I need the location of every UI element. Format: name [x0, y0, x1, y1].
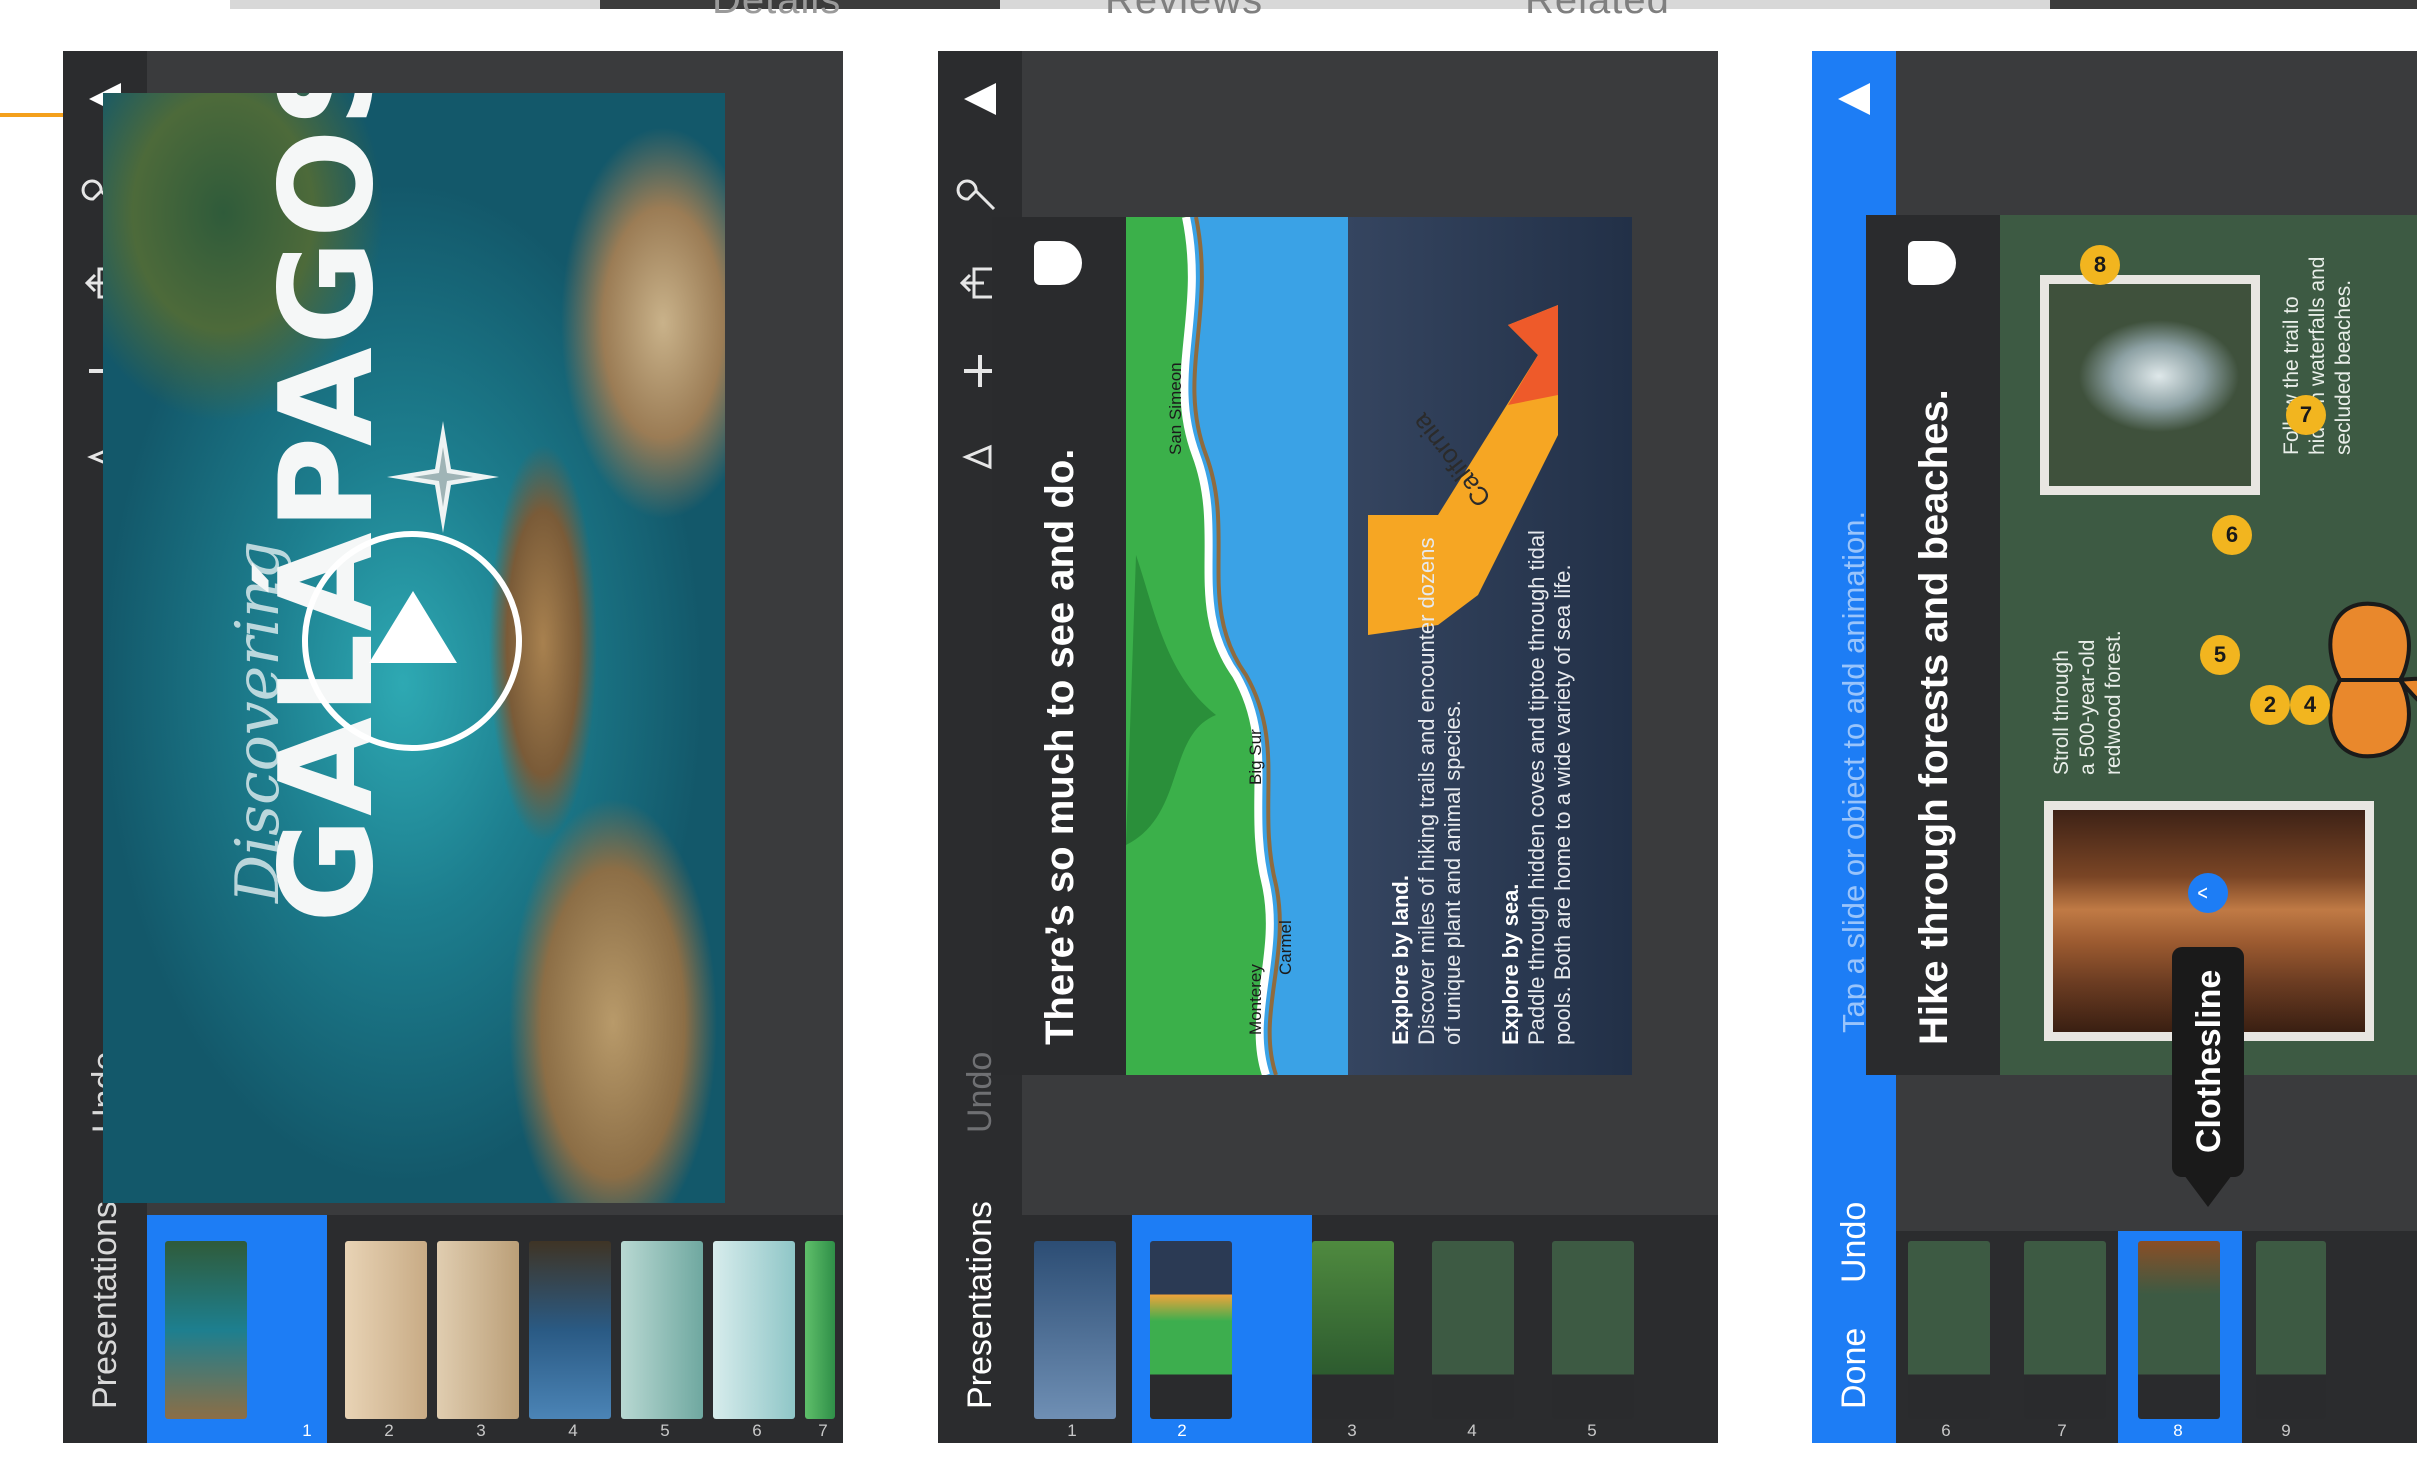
animation-order-pin[interactable]: 6: [2212, 515, 2252, 555]
park-badge-icon: [1908, 241, 1956, 285]
sea-text-line: Paddle through hidden coves and tiptoe t…: [1524, 530, 1549, 1045]
slide-thumbnail[interactable]: [1552, 1241, 1634, 1419]
slide-canvas[interactable]: Hike through forests and beaches. Stroll…: [1866, 215, 2417, 1075]
undo-button[interactable]: Undo: [1834, 1202, 1874, 1283]
land-text-line: Discover miles of hiking trails and enco…: [1414, 537, 1439, 1045]
selected-slide-highlight[interactable]: [2118, 1231, 2242, 1443]
animation-order-pin[interactable]: 4: [2290, 685, 2330, 725]
map-label-san-simeon: San Simeon: [1166, 362, 1185, 455]
land-heading: Explore by land.: [1388, 875, 1413, 1045]
slide-thumbnail[interactable]: [2024, 1241, 2106, 1419]
slide-number: 6: [1941, 1421, 1951, 1440]
slide-thumbnail[interactable]: [437, 1241, 519, 1419]
selected-slide-highlight[interactable]: [1132, 1215, 1312, 1443]
slide-thumbnail[interactable]: [345, 1241, 427, 1419]
waterfall-photo[interactable]: [2040, 275, 2260, 495]
tooltip-arrow: [2184, 1175, 2232, 1207]
sea-text-line: pools. Both are home to a wide variety o…: [1550, 564, 1575, 1045]
tab-related[interactable]: Related: [1525, 0, 1670, 22]
slide-thumbnail[interactable]: [1908, 1241, 1990, 1419]
animation-order-pin[interactable]: 7: [2286, 395, 2326, 435]
selected-slide-highlight[interactable]: [147, 1215, 327, 1443]
coast-map: Monterey Carmel Big Sur San Simeon: [1126, 217, 1348, 1075]
slide-thumbnail[interactable]: [621, 1241, 703, 1419]
redwood-caption-line: Stroll through: [2050, 650, 2073, 775]
slide-number: 3: [1347, 1421, 1357, 1440]
triangle-icon[interactable]: [956, 75, 1004, 123]
slide-number: 2: [384, 1421, 394, 1440]
land-text-line: of unique plant and animal species.: [1440, 700, 1465, 1045]
presentations-button[interactable]: Presentations: [960, 1201, 1000, 1409]
device-panel-2: Presentations Undo 1 2 3 4 5 +: [938, 51, 1718, 1443]
wrench-icon[interactable]: [956, 171, 1004, 219]
slide-thumbnail[interactable]: [1150, 1241, 1232, 1419]
slide-thumbnail[interactable]: [805, 1241, 835, 1419]
slide-title: Hike through forests and beaches.: [1912, 389, 1956, 1045]
header-segment: [2050, 0, 2417, 9]
coast-map-graphic: [1126, 217, 1282, 1075]
device-panel-1: Presentations Undo 1 2 3 4 5 6: [63, 51, 843, 1443]
slide-thumbnail[interactable]: [165, 1241, 247, 1419]
slide-title: There’s so much to see and do.: [1038, 448, 1082, 1045]
header-segment: [230, 0, 600, 9]
slide-thumbnail[interactable]: [2256, 1241, 2326, 1419]
tooltip-label: Clothesline: [2190, 969, 2228, 1153]
slide-number: 7: [2057, 1421, 2067, 1440]
slide-number: 1: [302, 1421, 312, 1440]
slide-number: 2: [1177, 1421, 1187, 1440]
slide-number: 6: [752, 1421, 762, 1440]
animation-order-pin[interactable]: 5: [2200, 635, 2240, 675]
map-label-monterey: Monterey: [1246, 964, 1265, 1035]
map-label-carmel: Carmel: [1276, 920, 1295, 975]
presentations-button[interactable]: Presentations: [85, 1201, 125, 1409]
redwood-caption-line: a 500-year-old: [2076, 639, 2099, 775]
tab-details[interactable]: Details: [712, 0, 841, 22]
triangle-icon[interactable]: [1830, 75, 1878, 123]
animation-order-pin[interactable]: 2: [2250, 685, 2290, 725]
waterfall-caption-line: secluded beaches.: [2332, 279, 2355, 455]
slide-canvas[interactable]: There’s so much to see and do. Monterey …: [992, 217, 1632, 1075]
slide-thumbnail[interactable]: [2138, 1241, 2220, 1419]
slide-thumbnail[interactable]: [529, 1241, 611, 1419]
play-icon: [369, 591, 457, 663]
slide-number: 7: [818, 1421, 828, 1440]
slide-navigator: 6 7 8 9: [1896, 1231, 2417, 1443]
map-label-big-sur: Big Sur: [1246, 729, 1265, 785]
page-header-strip: Details Reviews Related: [0, 0, 2417, 22]
tab-reviews[interactable]: Reviews: [1105, 0, 1263, 22]
slide-title: GALÁPAGOS: [253, 93, 402, 923]
slide-thumbnail[interactable]: [713, 1241, 795, 1419]
slide-number: 5: [660, 1421, 670, 1440]
slide-number: 1: [1067, 1421, 1077, 1440]
slide-canvas[interactable]: Discovering GALÁPAGOS: [103, 93, 725, 1203]
compass-icon: [383, 417, 503, 537]
slide-info-panel: California Explore by land. Discover mil…: [1348, 217, 1632, 1075]
sea-heading: Explore by sea.: [1498, 883, 1523, 1045]
done-button[interactable]: Done: [1834, 1328, 1874, 1409]
redwood-caption-line: redwood forest.: [2102, 630, 2125, 775]
slide-navigator: 1 2 3 4 5 6 7: [147, 1215, 843, 1443]
park-badge-icon: [1034, 241, 1082, 285]
slide-number: 4: [568, 1421, 578, 1440]
slide-number: 5: [1587, 1421, 1597, 1440]
slide-number: 3: [476, 1421, 486, 1440]
animation-order-pin[interactable]: 8: [2080, 245, 2120, 285]
slide-thumbnail[interactable]: [1312, 1241, 1394, 1419]
slide-body: Stroll through a 500-year-old redwood fo…: [2000, 215, 2417, 1075]
butterfly-image[interactable]: [2320, 585, 2417, 775]
slide-thumbnail[interactable]: [1034, 1241, 1116, 1419]
slide-number: 9: [2281, 1421, 2291, 1440]
slide-thumbnail[interactable]: [1432, 1241, 1514, 1419]
slide-number: 4: [1467, 1421, 1477, 1440]
device-panel-3: Done Undo Tap a slide or object to add a…: [1812, 51, 2417, 1443]
slide-navigator: 1 2 3 4 5 +: [1022, 1215, 1718, 1443]
chevron-up-icon[interactable]: ^: [2188, 873, 2228, 913]
slide-number: 8: [2173, 1421, 2183, 1440]
